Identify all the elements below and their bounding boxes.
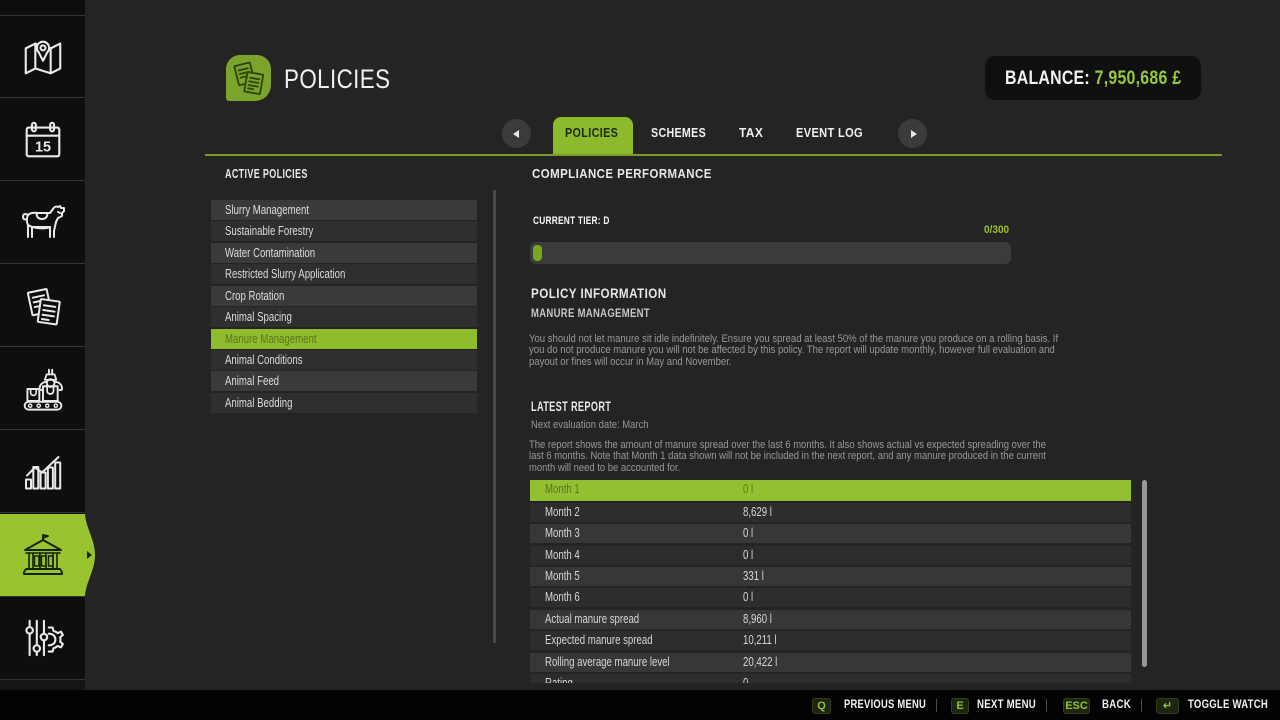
svg-text:15: 15: [35, 139, 51, 155]
